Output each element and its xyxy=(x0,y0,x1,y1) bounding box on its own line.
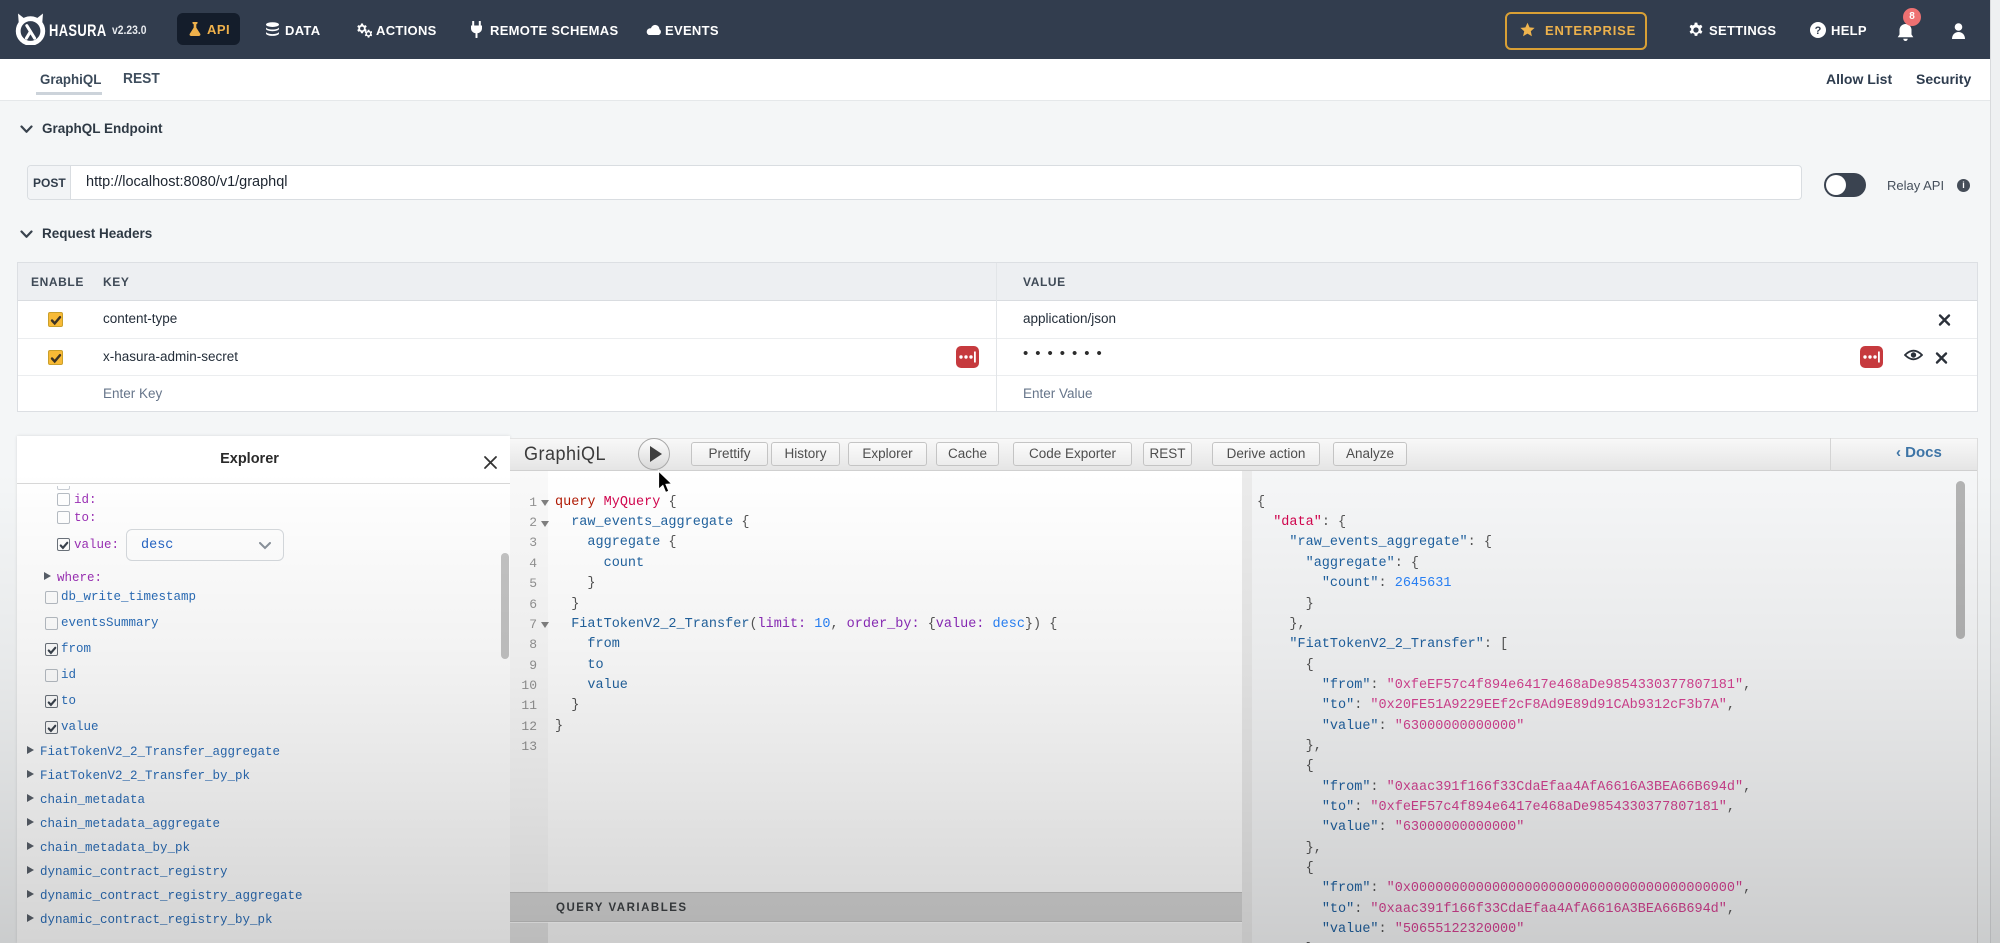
svg-text:?: ? xyxy=(1815,25,1822,37)
